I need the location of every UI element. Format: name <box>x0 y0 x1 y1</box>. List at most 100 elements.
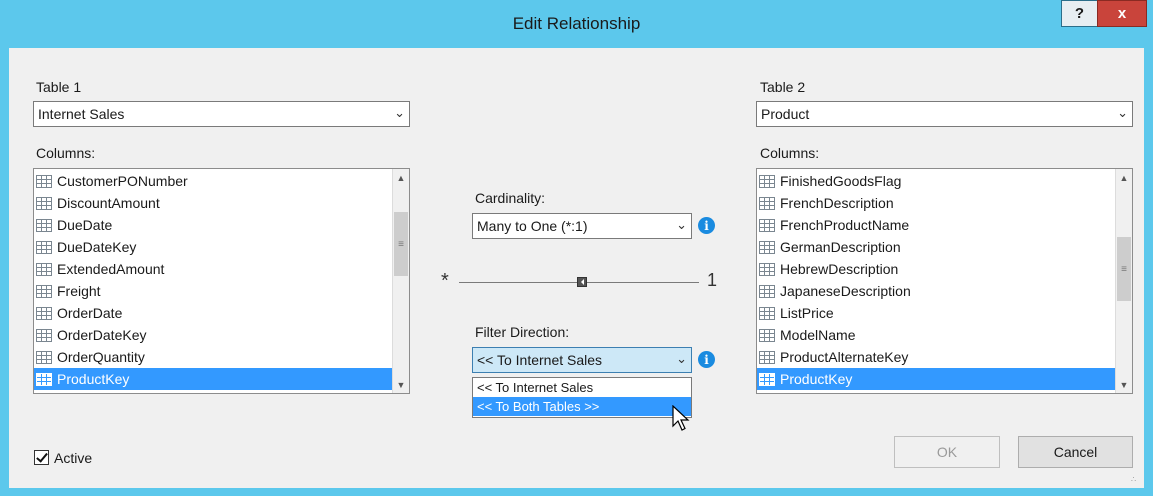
list-item[interactable]: DiscountAmount <box>34 192 392 214</box>
many-symbol: * <box>441 270 449 292</box>
list-item[interactable]: ProductKey <box>757 368 1115 390</box>
column-name: CustomerPONumber <box>57 173 188 189</box>
column-name: JapaneseDescription <box>780 283 911 299</box>
list-item[interactable]: ListPrice <box>757 302 1115 324</box>
scroll-thumb[interactable]: ≡ <box>394 212 408 276</box>
column-name: OrderQuantity <box>57 349 145 365</box>
resize-grip-icon[interactable]: ∴ <box>1131 475 1141 485</box>
ok-button[interactable]: OK <box>894 436 1000 468</box>
column-name: GermanDescription <box>780 239 901 255</box>
close-button[interactable]: x <box>1097 0 1147 27</box>
table-column-icon <box>759 372 775 386</box>
table1-columns-list[interactable]: CustomerPONumber DiscountAmount DueDate Due… <box>33 168 410 394</box>
column-name: ProductKey <box>780 371 853 387</box>
table2-select-value: Product <box>761 106 810 122</box>
chevron-down-icon: ⌄ <box>394 105 405 120</box>
filter-direction-select[interactable]: << To Internet Sales ⌄ <box>472 347 692 373</box>
cardinality-info-icon[interactable]: i <box>698 217 715 234</box>
help-button[interactable]: ? <box>1061 0 1098 27</box>
cardinality-select-value: Many to One (*:1) <box>477 218 588 234</box>
title-bar[interactable]: Edit Relationship ? x <box>0 0 1153 48</box>
list-item[interactable]: OrderDate <box>34 302 392 324</box>
filter-option-to-internet-sales[interactable]: << To Internet Sales <box>473 378 691 397</box>
list-item[interactable]: OrderQuantity <box>34 346 392 368</box>
table-column-icon <box>759 240 775 254</box>
one-symbol: 1 <box>707 270 718 290</box>
list-item[interactable]: CustomerPONumber <box>34 170 392 192</box>
filter-direction-dropdown[interactable]: << To Internet Sales << To Both Tables >… <box>472 377 692 418</box>
table2-scrollbar[interactable]: ▲ ≡ ▼ <box>1115 169 1132 393</box>
table2-columns-list[interactable]: FinishedGoodsFlag FrenchDescription French… <box>756 168 1133 394</box>
table2-columns-label: Columns: <box>760 145 820 161</box>
cardinality-select[interactable]: Many to One (*:1) ⌄ <box>472 213 692 239</box>
list-item[interactable]: ModelName <box>757 324 1115 346</box>
table1-select[interactable]: Internet Sales ⌄ <box>33 101 410 127</box>
table2-label: Table 2 <box>760 79 806 95</box>
table-column-icon <box>36 284 52 298</box>
column-name: ExtendedAmount <box>57 261 165 277</box>
list-item[interactable]: HebrewDescription <box>757 258 1115 280</box>
list-item[interactable]: DueDate <box>34 214 392 236</box>
scroll-down-icon[interactable]: ▼ <box>1116 376 1132 393</box>
table-column-icon <box>36 306 52 320</box>
column-name: DueDate <box>57 217 113 233</box>
mouse-pointer-icon <box>672 405 690 431</box>
table-column-icon <box>759 174 775 188</box>
cardinality-label: Cardinality: <box>475 190 546 206</box>
scroll-down-icon[interactable]: ▼ <box>393 376 409 393</box>
list-item[interactable]: GermanDescription <box>757 236 1115 258</box>
table-column-icon <box>36 196 52 210</box>
table-column-icon <box>759 262 775 276</box>
active-label: Active <box>54 450 93 466</box>
scroll-up-icon[interactable]: ▲ <box>1116 169 1132 186</box>
list-item[interactable]: FrenchDescription <box>757 192 1115 214</box>
table1-scrollbar[interactable]: ▲ ≡ ▼ <box>392 169 409 393</box>
scroll-thumb[interactable]: ≡ <box>1117 237 1131 301</box>
chevron-down-icon: ⌄ <box>676 351 687 366</box>
table-column-icon <box>759 284 775 298</box>
table-column-icon <box>759 328 775 342</box>
cancel-button[interactable]: Cancel <box>1018 436 1133 468</box>
column-name: ListPrice <box>780 305 834 321</box>
table2-select[interactable]: Product ⌄ <box>756 101 1133 127</box>
table-column-icon <box>759 306 775 320</box>
active-checkbox[interactable] <box>34 450 49 465</box>
column-name: ProductAlternateKey <box>780 349 909 365</box>
filter-direction-info-icon[interactable]: i <box>698 351 715 368</box>
cardinality-slider-thumb[interactable] <box>577 277 587 287</box>
column-name: FinishedGoodsFlag <box>780 173 902 189</box>
list-item[interactable]: OrderDateKey <box>34 324 392 346</box>
column-name: OrderDate <box>57 305 123 321</box>
table-column-icon <box>36 328 52 342</box>
table1-select-value: Internet Sales <box>38 106 125 122</box>
table-column-icon <box>36 372 52 386</box>
filter-option-to-both-tables[interactable]: << To Both Tables >> <box>473 397 691 416</box>
table-column-icon <box>36 174 52 188</box>
edit-relationship-window: Edit Relationship ? x Table 1 Internet S… <box>0 0 1153 496</box>
column-name: OrderDateKey <box>57 327 147 343</box>
table1-columns-label: Columns: <box>36 145 96 161</box>
list-item[interactable]: JapaneseDescription <box>757 280 1115 302</box>
table1-label: Table 1 <box>36 79 82 95</box>
scroll-up-icon[interactable]: ▲ <box>393 169 409 186</box>
list-item[interactable]: ExtendedAmount <box>34 258 392 280</box>
table-column-icon <box>36 350 52 364</box>
column-name: HebrewDescription <box>780 261 899 277</box>
table2-columns-rows: FinishedGoodsFlag FrenchDescription French… <box>757 169 1115 390</box>
column-name: ModelName <box>780 327 856 343</box>
dialog-body: Table 1 Internet Sales ⌄ Columns: Custom… <box>9 48 1144 488</box>
table-column-icon <box>36 262 52 276</box>
list-item[interactable]: Freight <box>34 280 392 302</box>
column-name: DiscountAmount <box>57 195 160 211</box>
list-item[interactable]: FrenchProductName <box>757 214 1115 236</box>
column-name: FrenchProductName <box>780 217 910 233</box>
list-item[interactable]: ProductAlternateKey <box>757 346 1115 368</box>
column-name: Freight <box>57 283 101 299</box>
list-item[interactable]: DueDateKey <box>34 236 392 258</box>
list-item[interactable]: FinishedGoodsFlag <box>757 170 1115 192</box>
table-column-icon <box>759 196 775 210</box>
list-item[interactable]: ProductKey <box>34 368 392 390</box>
filter-direction-label: Filter Direction: <box>475 324 570 340</box>
filter-direction-select-value: << To Internet Sales <box>477 352 603 368</box>
table-column-icon <box>36 218 52 232</box>
